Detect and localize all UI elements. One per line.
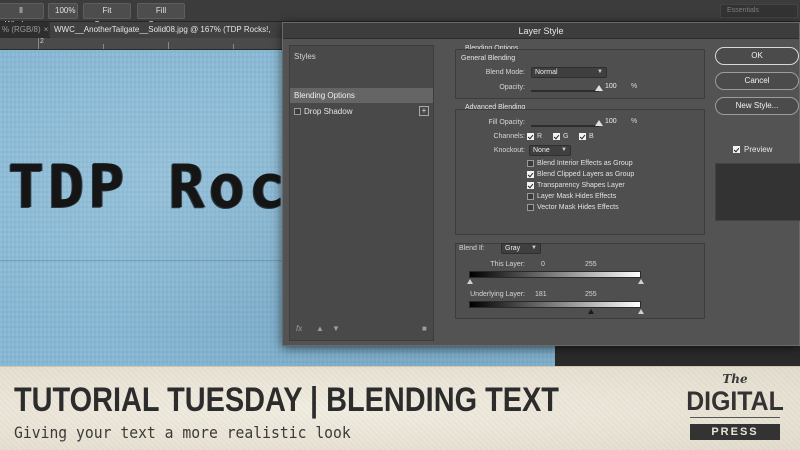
ruler-tick [38,38,39,49]
drop-shadow-label: Drop Shadow [304,107,353,116]
opacity-input[interactable]: 100 [605,82,625,92]
blend-clipped-layers-label: Blend Clipped Layers as Group [537,171,635,178]
blend-clipped-layers-checkbox[interactable] [527,171,534,178]
canvas-texture-line [0,260,282,261]
fit-screen-button[interactable]: Fit Screen [83,3,131,29]
this-layer-min-value: 0 [541,261,545,268]
trash-icon[interactable]: ■ [422,324,427,333]
underlying-layer-label: Underlying Layer: [470,291,525,298]
new-style-button[interactable]: New Style... [715,97,799,115]
fill-screen-button[interactable]: Fill Screen [137,3,185,29]
fill-opacity-unit: % [631,118,638,125]
channel-r-checkbox[interactable] [527,133,534,140]
blend-interior-effects-label: Blend Interior Effects as Group [537,160,633,167]
drop-shadow-checkbox[interactable] [294,108,301,115]
logo-digital-text: DIGITAL [686,386,784,416]
logo-press-text: PRESS [690,424,780,440]
ok-button[interactable]: OK [715,47,799,65]
this-layer-label: This Layer: [490,261,525,268]
layer-mask-hides-label: Layer Mask Hides Effects [537,193,617,200]
this-layer-max-value: 255 [585,261,597,268]
blending-options-panel: Blending Options General Blending Blend … [455,45,705,341]
transparency-shapes-checkbox[interactable] [527,182,534,189]
preview-checkbox[interactable] [733,146,740,153]
preview-toggle[interactable]: Preview [733,145,772,154]
fx-icon[interactable]: fx [296,324,302,333]
channels-label: Channels: [493,133,525,140]
ruler-tick [168,42,169,49]
opacity-label: Opacity: [499,84,525,91]
opacity-slider-track[interactable] [531,90,599,92]
opacity-slider-handle[interactable] [595,85,603,91]
blend-if-value: Gray [505,245,521,252]
style-item-blending-options[interactable]: Blending Options [290,88,433,103]
preview-label: Preview [744,145,773,154]
channel-r-label: R [537,133,543,140]
styles-list: Styles Blending Options Drop Shadow + fx… [289,45,434,341]
ruler-label: 2 [40,38,44,45]
chevron-down-icon: ▼ [561,147,567,153]
blend-interior-effects-checkbox[interactable] [527,160,534,167]
blend-if-label: Blend If: [459,245,485,252]
logo-divider [690,417,780,418]
tab-label: % (RGB/8) [2,25,41,34]
close-tab-icon[interactable]: × [44,25,48,34]
knockout-value: None [533,147,550,154]
options-bar: ll Windows 100% Fit Screen Fill Screen E… [0,0,800,29]
zoom-100-button[interactable]: 100% [48,3,78,19]
vector-mask-hides-checkbox[interactable] [527,204,534,211]
blend-mode-select[interactable]: Normal ▼ [531,67,607,78]
banner-title: TUTORIAL TUESDAY | BLENDING TEXT [14,381,559,419]
banner-subtitle: Giving your text a more realistic look [14,423,351,442]
move-down-icon[interactable]: ▼ [332,324,340,333]
chevron-down-icon: ▼ [531,245,537,251]
dialog-title: Layer Style [283,23,799,39]
add-drop-shadow-icon[interactable]: + [419,106,429,116]
style-preview-swatch [715,163,800,221]
document-tab-active[interactable]: WWC__AnotherTailgate__Solid08.jpg @ 167%… [50,22,282,38]
styles-footer: fx ▲ ▼ ■ [294,324,430,336]
logo-the-text: The [722,372,748,386]
this-layer-black-handle[interactable] [467,279,473,284]
underlying-black-handle[interactable] [588,309,594,314]
knockout-label: Knockout: [493,147,525,154]
fill-opacity-slider-track[interactable] [531,125,599,127]
vector-mask-hides-label: Vector Mask Hides Effects [537,204,619,211]
underlying-layer-gradient [469,301,641,308]
underlying-min-value: 181 [535,291,547,298]
digital-press-logo: The DIGITAL PRESS [682,372,788,446]
styles-header[interactable]: Styles [294,52,316,61]
ruler-tick [233,44,234,49]
channel-b-label: B [589,133,594,140]
layer-mask-hides-checkbox[interactable] [527,193,534,200]
opacity-unit: % [631,83,638,90]
knockout-select[interactable]: None ▼ [529,145,571,156]
move-up-icon[interactable]: ▲ [316,324,324,333]
blend-mode-value: Normal [535,69,558,76]
fill-opacity-label: Fill Opacity: [488,119,525,126]
underlying-max-value: 255 [585,291,597,298]
transparency-shapes-label: Transparency Shapes Layer [537,182,625,189]
tutorial-banner: TUTORIAL TUESDAY | BLENDING TEXT Giving … [0,366,800,450]
workspace-switcher[interactable]: Essentials [720,4,798,18]
blend-mode-label: Blend Mode: [485,69,525,76]
chevron-down-icon: ▼ [597,69,603,75]
cancel-button[interactable]: Cancel [715,72,799,90]
style-item-drop-shadow[interactable]: Drop Shadow [290,104,433,119]
this-layer-white-handle[interactable] [638,279,644,284]
fill-opacity-input[interactable]: 100 [605,117,625,127]
fill-opacity-slider-handle[interactable] [595,120,603,126]
all-windows-button[interactable]: ll Windows [0,3,44,29]
layer-style-dialog: Layer Style Styles Blending Options Drop… [282,22,800,346]
channel-g-label: G [563,133,569,140]
underlying-white-handle[interactable] [638,309,644,314]
ruler-tick [103,44,104,49]
general-blending-title: General Blending [461,55,516,62]
blend-if-select[interactable]: Gray ▼ [501,243,541,254]
this-layer-gradient [469,271,641,278]
channel-g-checkbox[interactable] [553,133,560,140]
document-tab-previous[interactable]: % (RGB/8) × [0,22,48,38]
channel-b-checkbox[interactable] [579,133,586,140]
